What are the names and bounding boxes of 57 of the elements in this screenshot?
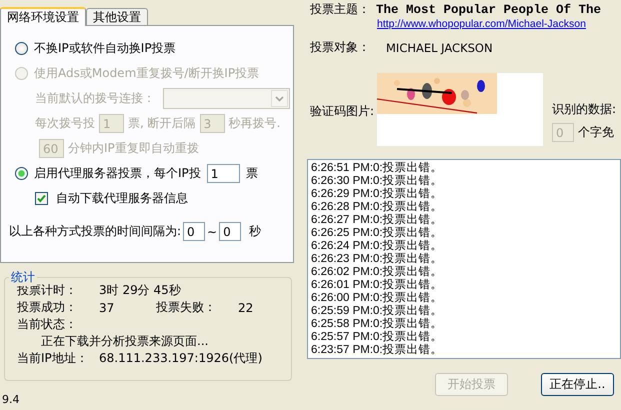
log-entry: 6:26:01 PM:0:投票出错。 bbox=[311, 279, 444, 292]
log-entry: 6:26:02 PM:0:投票出错。 bbox=[311, 266, 444, 278]
field-label: 每次拨号投 bbox=[35, 115, 95, 132]
log-entry: 6:26:23 PM:0:投票出错。 bbox=[311, 253, 444, 266]
log-entry: 6:26:28 PM:0:投票出错。 bbox=[311, 201, 444, 214]
log-entry: 6:26:27 PM:0:投票出错。 bbox=[311, 214, 444, 226]
vote-target: MICHAEL JACKSON bbox=[386, 40, 493, 54]
log-entry: 6:26:25 PM:0:投票出错。 bbox=[311, 227, 444, 240]
checkbox[interactable] bbox=[35, 192, 48, 205]
field-label: 票 bbox=[246, 165, 258, 182]
input-field[interactable]: 1 bbox=[206, 164, 240, 183]
log-entry: 6:25:58 PM:0:投票出错。 bbox=[311, 318, 444, 330]
radio-button[interactable] bbox=[15, 42, 28, 55]
stat-value: 22 bbox=[238, 300, 254, 314]
version-text: 9.4 bbox=[1, 393, 20, 406]
field-label: 验证码图片: bbox=[310, 103, 376, 120]
option-label: 启用代理服务器投票，每个IP投 bbox=[34, 165, 201, 182]
log-entry: 6:26:51 PM:0:投票出错。 bbox=[311, 162, 444, 174]
status-text: 正在下载并分析投票来源页面... bbox=[41, 333, 208, 350]
field-label: 秒 bbox=[249, 223, 262, 240]
stat-label: 当前状态： bbox=[17, 316, 77, 333]
stat-value: 3时 29分 45秒 bbox=[99, 282, 181, 299]
range-separator: ~ bbox=[207, 224, 218, 238]
log-entry: 6:26:24 PM:0:投票出错。 bbox=[311, 240, 444, 252]
stat-label: 投票失败： bbox=[156, 299, 217, 316]
vote-topic: The Most Popular People Of The bbox=[376, 2, 602, 16]
log-entry: 6:26:00 PM:0:投票出错。 bbox=[311, 292, 444, 304]
field-label: 当前默认的拨号连接： bbox=[35, 90, 155, 107]
stat-value: 68.111.233.197:1926(代理) bbox=[99, 350, 262, 367]
field-label: 分钟内IP重复即自动重拨 bbox=[68, 140, 199, 157]
stat-value: 37 bbox=[99, 300, 116, 314]
settings-tab[interactable]: 网络环境设置 bbox=[0, 7, 86, 26]
stat-label: 投票成功： bbox=[17, 299, 78, 316]
option-label: 不换IP或软件自动换IP投票 bbox=[34, 40, 176, 57]
option-label: 自动下载代理服务器信息 bbox=[56, 190, 188, 207]
log-entry: 6:26:30 PM:0:投票出错。 bbox=[311, 175, 444, 188]
radio-button[interactable] bbox=[15, 167, 28, 180]
url-link[interactable]: http://www.whopopular.com/Michael-Jackson bbox=[377, 18, 621, 30]
log-entry: 6:25:57 PM:0:投票出错。 bbox=[311, 331, 444, 344]
group-title: 统计 bbox=[9, 269, 37, 286]
log-entry: 6:25:59 PM:0:投票出错。 bbox=[311, 305, 444, 318]
input-field[interactable]: 0 bbox=[183, 222, 206, 241]
settings-tab[interactable]: 其他设置 bbox=[86, 8, 148, 25]
field-label: 以上各种方式投票的时间间隔为: bbox=[9, 223, 182, 240]
action-button[interactable]: 正在停止.. bbox=[541, 373, 614, 396]
field-label: 投票对象： bbox=[310, 39, 371, 56]
stat-label: 当前IP地址： bbox=[17, 350, 89, 367]
field-label: 投票主题： bbox=[310, 1, 371, 18]
field-label: 识别的数据: bbox=[552, 101, 616, 118]
field-label: 票, 断开后隔 bbox=[128, 115, 196, 132]
log-entry: 6:26:29 PM:0:投票出错。 bbox=[311, 188, 444, 200]
caret-icon bbox=[271, 90, 288, 107]
input-field[interactable]: 0 bbox=[219, 222, 242, 241]
field-label: 秒再拨号. bbox=[228, 115, 280, 132]
log-entry: 6:23:57 PM:0:投票出错。 bbox=[311, 344, 444, 357]
field-label: 个字免 bbox=[578, 124, 614, 141]
option-label: 使用Ads或Modem重复拨号/断开换IP投票 bbox=[34, 65, 260, 82]
